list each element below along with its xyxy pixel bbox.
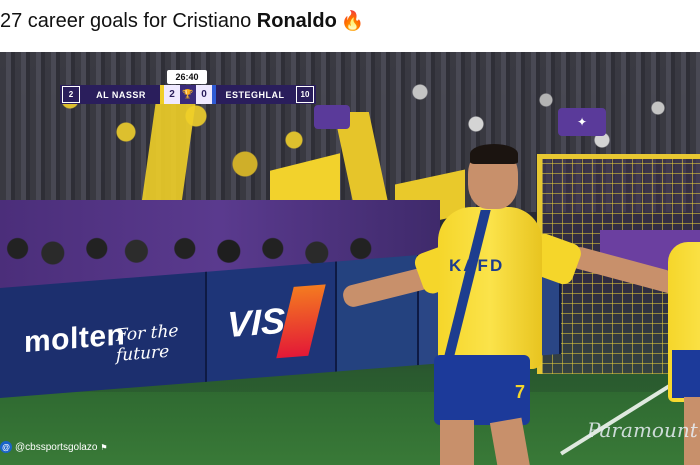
ad-visa: VISA bbox=[207, 261, 337, 382]
caption-text: 27 career goals for Cristiano Ronaldo 🔥 bbox=[0, 9, 364, 33]
tweet-caption: 27 career goals for Cristiano Ronaldo 🔥 bbox=[0, 0, 700, 52]
away-score: 0 bbox=[196, 85, 212, 104]
video-frame[interactable]: ✦ molten For the future VISA KAFD 7 26:4… bbox=[0, 52, 700, 465]
jersey-sponsor: KAFD bbox=[449, 256, 505, 275]
ad-molten-slogan: For the future bbox=[116, 320, 179, 366]
source-watermark: @ @cbssportsgolazo ⚑ bbox=[0, 438, 108, 456]
caption-name: Ronaldo bbox=[256, 10, 337, 32]
scoreboard: 2 AL NASSR 2 🏆 0 ESTEGHLAL 10 bbox=[60, 85, 316, 104]
ad-molten-text: molten bbox=[24, 318, 126, 360]
at-icon: @ bbox=[0, 441, 12, 453]
match-clock: 26:40 bbox=[167, 70, 207, 84]
player-hair bbox=[470, 144, 518, 164]
trophy-icon: 🏆 bbox=[180, 85, 196, 104]
flag-icon: ⚑ bbox=[100, 442, 108, 452]
shorts-number: 7 bbox=[515, 382, 526, 402]
away-team: ESTEGHLAL bbox=[225, 89, 285, 100]
acl-logo-icon bbox=[314, 105, 350, 129]
home-score: 2 bbox=[164, 85, 180, 104]
teammate-shorts bbox=[672, 350, 700, 398]
ad-molten: molten For the future bbox=[0, 271, 207, 398]
home-rank: 2 bbox=[62, 86, 80, 103]
source-handle: @cbssportsgolazo bbox=[15, 441, 98, 453]
player-leg bbox=[440, 420, 474, 465]
acl-logo-icon: ✦ bbox=[558, 108, 606, 136]
caption-prefix: 27 career goals for Cristiano bbox=[0, 10, 257, 32]
fire-icon: 🔥 bbox=[340, 11, 365, 32]
broadcaster-watermark: Paramount+ bbox=[587, 418, 700, 442]
home-team: AL NASSR bbox=[96, 89, 146, 100]
away-rank: 10 bbox=[296, 86, 314, 103]
